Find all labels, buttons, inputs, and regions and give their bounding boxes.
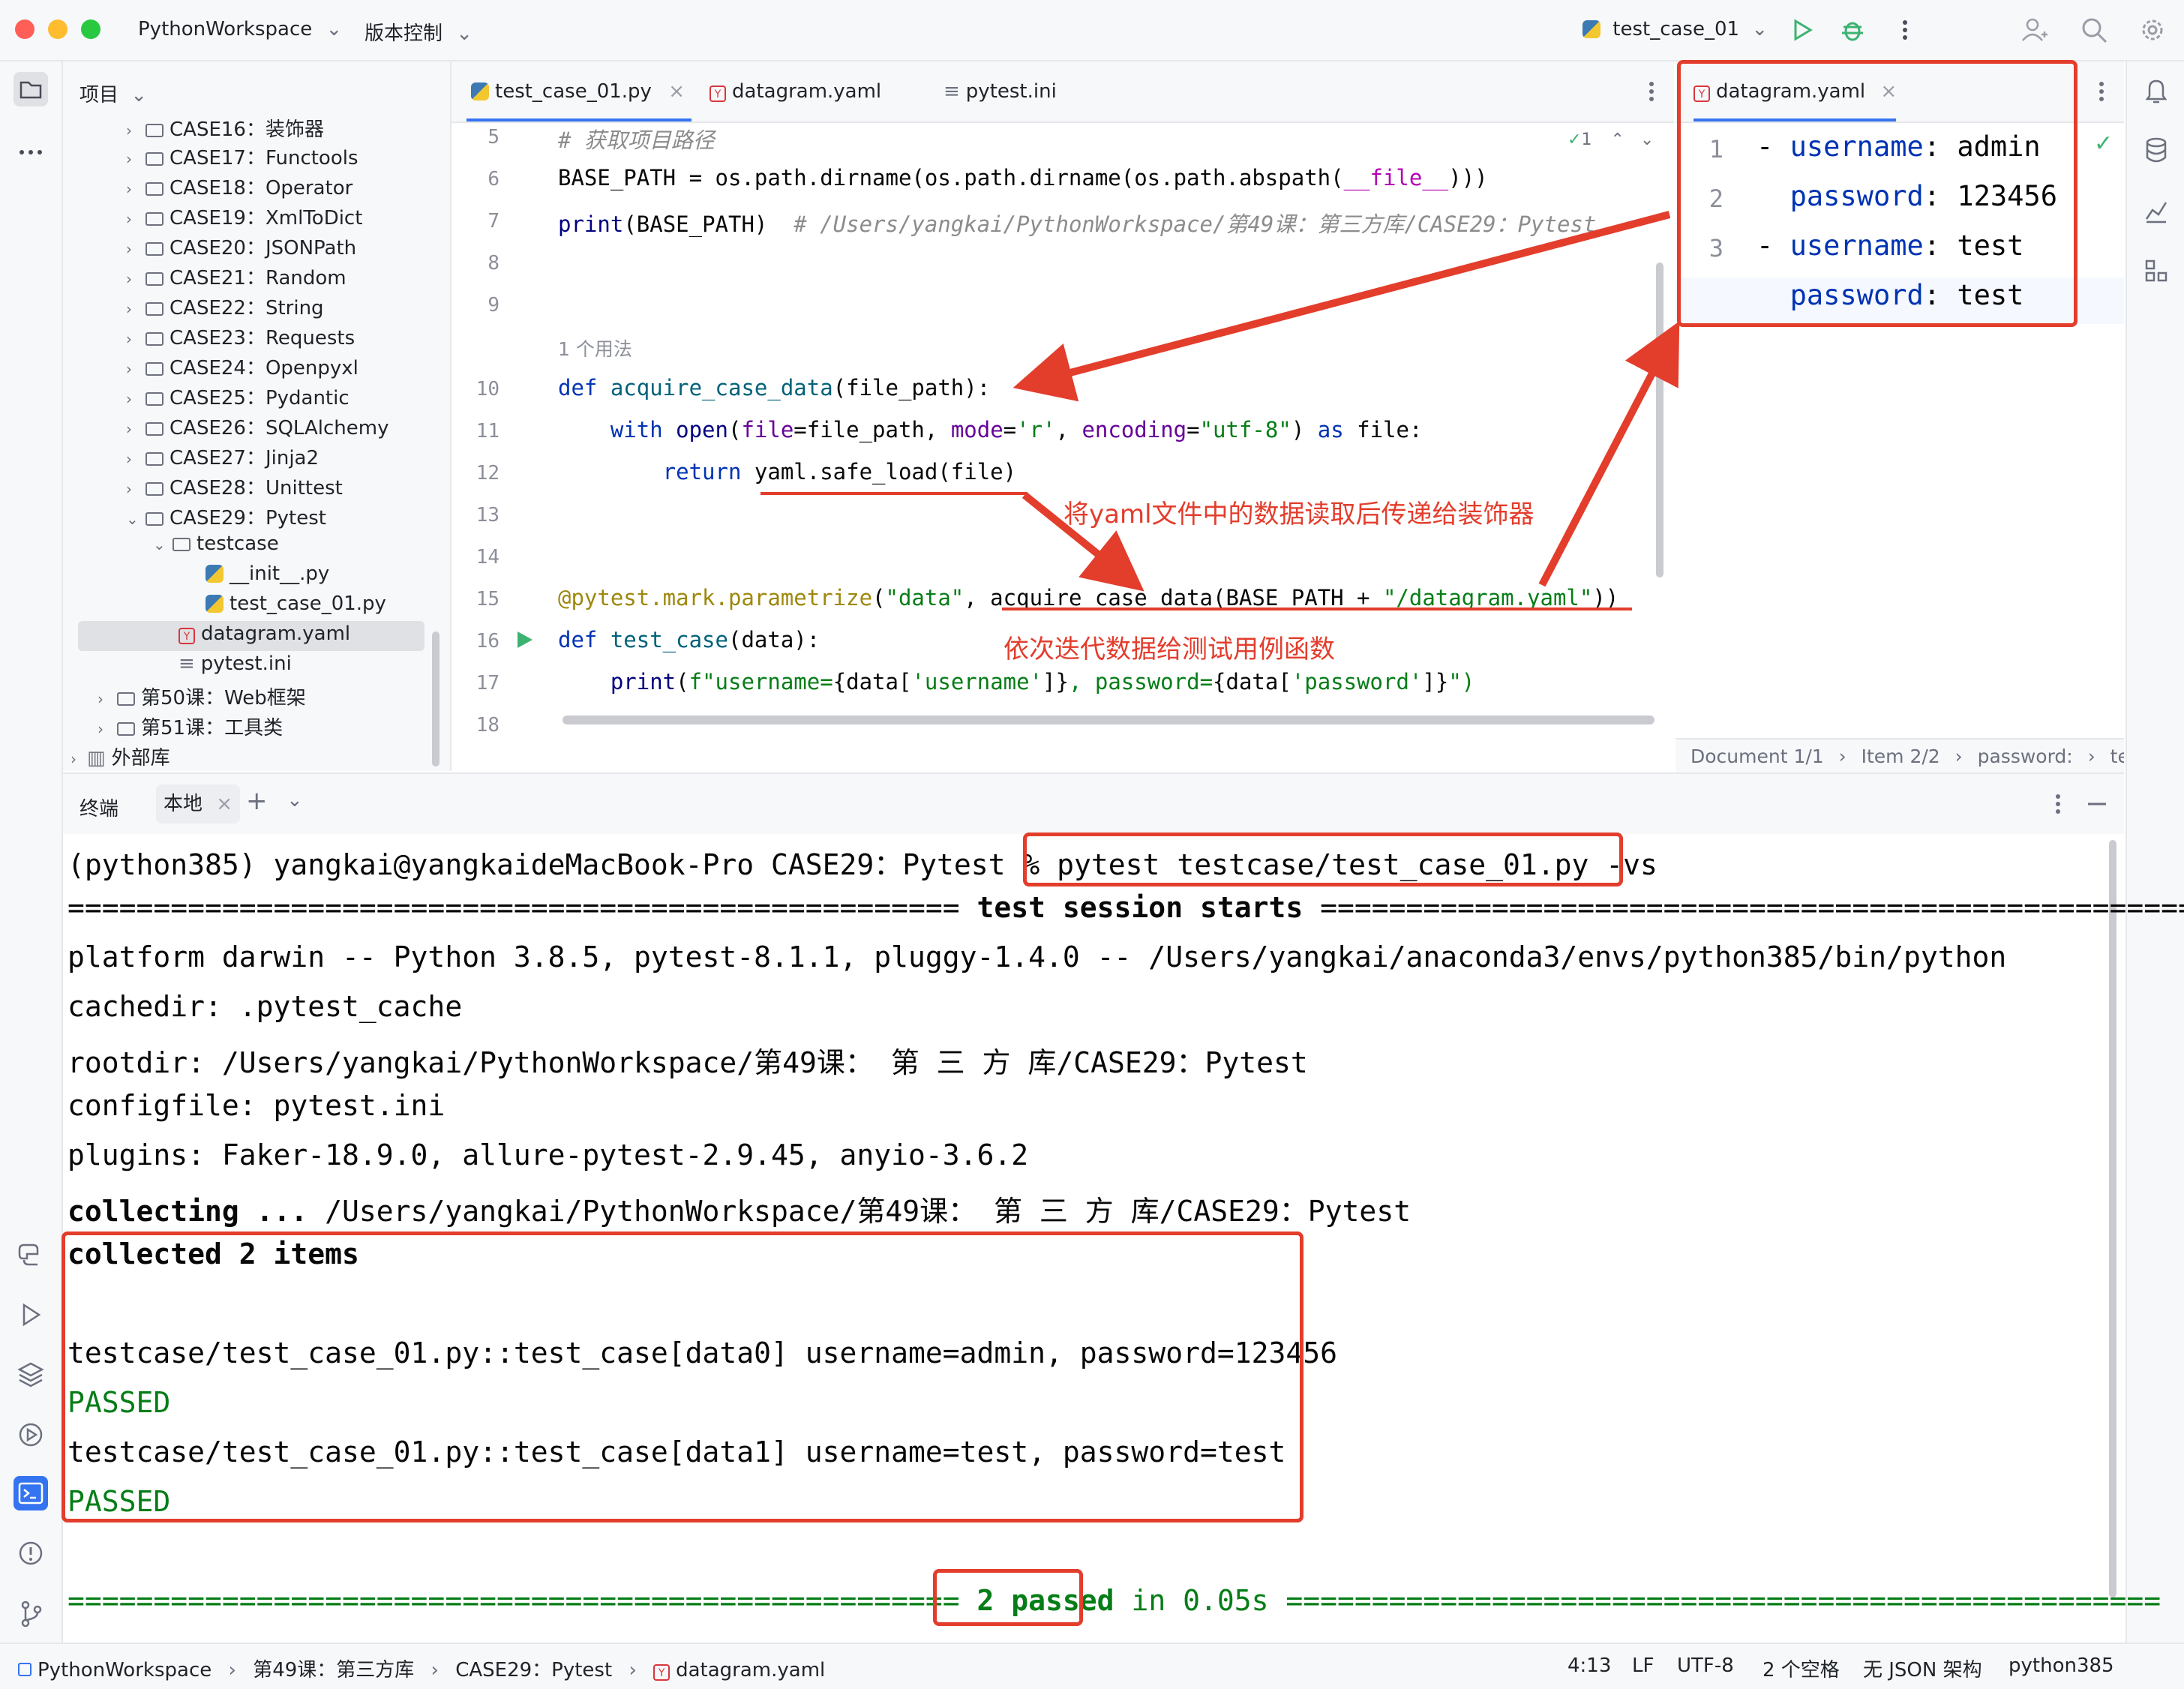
arrow-path-to-yaml xyxy=(1538,321,1680,587)
arrow-yaml-to-function xyxy=(1012,211,1671,402)
annotation-arrows xyxy=(1012,211,1680,592)
arrow-function-to-decorator xyxy=(1022,492,1144,592)
